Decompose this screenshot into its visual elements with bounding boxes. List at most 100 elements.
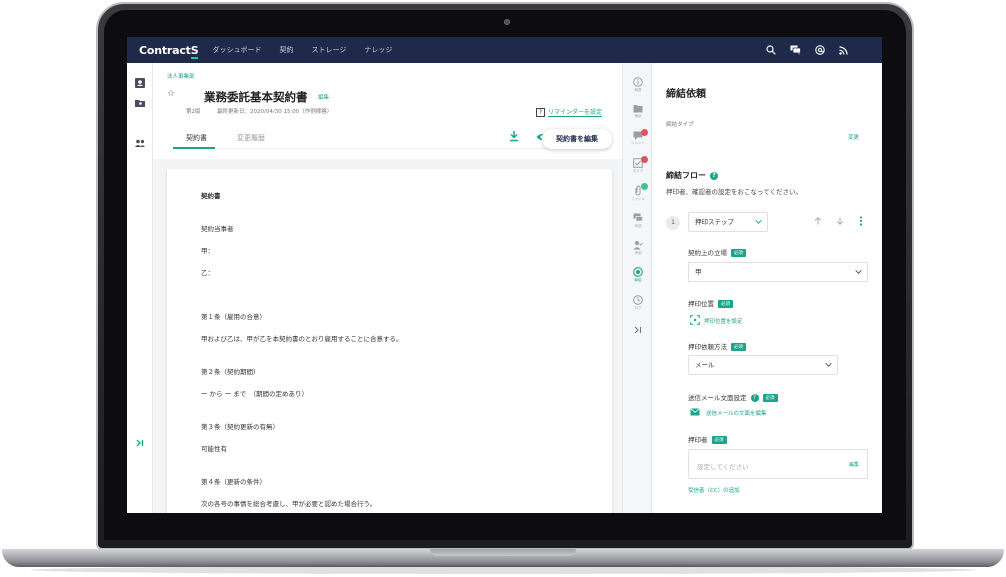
mention-icon[interactable]	[815, 45, 825, 55]
notification-badge	[641, 129, 648, 136]
strip-caption: ファイル	[631, 197, 645, 201]
strip-caption: ログ	[634, 306, 642, 310]
person-check-icon	[633, 241, 643, 250]
last-updated: 最終更新日：2020/04/30 15:00（作例様格）	[217, 109, 333, 115]
more-vertical-icon[interactable]	[859, 216, 863, 226]
signer-input[interactable]: 設定してください 編集	[688, 449, 868, 479]
strip-caption: 締結	[634, 278, 642, 282]
flow-title-text: 締結フロー	[666, 171, 706, 180]
notification-badge	[641, 183, 648, 190]
move-down-icon[interactable]	[836, 217, 844, 225]
change-type-link[interactable]: 変更	[848, 133, 859, 141]
strip-item-discussion[interactable]: 承認	[623, 213, 653, 229]
document-viewer: 契約書 契約当事者 甲： 乙： 第１条（雇用の合意） 甲および乙は、甲が乙を本契…	[153, 159, 622, 513]
signer-placeholder: 設定してください	[697, 463, 749, 471]
doc-line: 第３条（契約更新の有無）	[201, 423, 279, 431]
doc-line: 甲および乙は、甲が乙を本契約書のとおり雇用することに合意する。	[201, 335, 403, 343]
doc-heading: 契約書	[201, 192, 221, 200]
strip-item-log[interactable]: ログ	[623, 295, 653, 311]
panel-title: 締結依頼	[666, 89, 706, 100]
required-badge: 必須	[731, 343, 746, 351]
signer-label: 押印者 必須	[688, 434, 727, 444]
chevron-down-icon	[855, 269, 862, 275]
tab-contract[interactable]: 契約書	[186, 133, 207, 143]
strip-caption: コメント	[631, 141, 645, 145]
chat-icon[interactable]	[790, 45, 801, 55]
strip-item-task[interactable]: タスク	[623, 156, 653, 174]
tab-history[interactable]: 変更履歴	[237, 133, 265, 143]
doc-line: 第４条（更新の条件）	[201, 478, 266, 486]
version-label: 第2版	[186, 109, 201, 115]
laptop-shadow	[30, 566, 976, 574]
position-label-text: 契約上の立場	[688, 249, 727, 257]
strip-item-collapse[interactable]	[623, 326, 653, 334]
notification-badge	[641, 156, 648, 163]
users-icon[interactable]	[134, 137, 146, 149]
search-icon[interactable]	[766, 45, 776, 55]
move-up-icon[interactable]	[814, 217, 822, 225]
rss-icon[interactable]	[839, 45, 848, 55]
method-label-text: 押印依頼方法	[688, 343, 727, 351]
expand-icon[interactable]	[134, 437, 146, 449]
strip-item-folder[interactable]: 格納	[623, 104, 653, 119]
breadcrumb[interactable]: 法人事業部	[167, 72, 195, 80]
required-badge: 必須	[731, 249, 746, 257]
required-badge: 必須	[711, 436, 727, 444]
method-select[interactable]: メール	[688, 355, 838, 375]
app-screen: ContractS ダッシュボード 契約 ストレージ ナレッジ 法人事業部 ☆ …	[127, 37, 882, 513]
folder-user-icon[interactable]	[134, 97, 146, 109]
strip-caption: 概要	[634, 88, 642, 92]
download-icon[interactable]	[509, 131, 519, 142]
strip-item-approval[interactable]: 承認	[623, 240, 653, 256]
required-badge: 必須	[762, 394, 778, 402]
chevron-down-icon	[825, 362, 832, 368]
step-type-select[interactable]: 押印ステップ	[688, 212, 768, 232]
app-logo[interactable]: ContractS	[139, 43, 199, 59]
page-title: 業務委託基本契約書	[204, 90, 308, 104]
reminder-link[interactable]: ? リマインダーを設定	[536, 107, 603, 117]
nav-knowledge[interactable]: ナレッジ	[364, 45, 392, 55]
laptop-notch	[430, 549, 576, 556]
mail-icon	[690, 408, 700, 416]
contacts-book-icon[interactable]	[134, 77, 146, 89]
edit-mail-link[interactable]: 送信メールの文面を編集	[706, 409, 767, 417]
doc-line: 契約当事者	[201, 225, 234, 233]
discussion-icon	[633, 213, 643, 222]
stamp-position-label-text: 押印位置	[688, 300, 714, 308]
flow-title: 締結フロー?	[666, 170, 718, 181]
strip-item-comment[interactable]: コメント	[623, 129, 653, 146]
tool-strip: 概要 格納 コメント タスク ファイル 承認 承認 締結 ログ	[622, 63, 652, 513]
clock-icon	[633, 295, 643, 305]
set-stamp-position-link[interactable]: 押印位置を設定	[704, 317, 743, 325]
position-select[interactable]: 甲	[688, 262, 868, 282]
title-edit-link[interactable]: 編集	[318, 93, 329, 101]
nav-contracts[interactable]: 契約	[279, 45, 293, 55]
doc-line: 第２条（契約期間）	[201, 368, 260, 376]
doc-line: 可能性有	[201, 445, 227, 453]
document-page: 契約書 契約当事者 甲： 乙： 第１条（雇用の合意） 甲および乙は、甲が乙を本契…	[167, 169, 612, 513]
top-navigation-bar: ContractS ダッシュボード 契約 ストレージ ナレッジ	[127, 37, 882, 63]
flow-description: 押印者、確認者の設定をおこなってください。	[666, 188, 802, 196]
nav-dashboard[interactable]: ダッシュボード	[212, 45, 261, 55]
add-cc-link[interactable]: 受信者（CC）の追加	[688, 486, 740, 494]
help-icon[interactable]: ?	[750, 394, 759, 402]
info-icon	[633, 77, 643, 87]
signer-edit-link[interactable]: 編集	[849, 461, 859, 468]
favorite-star-icon[interactable]: ☆	[167, 89, 175, 99]
collapse-icon	[634, 326, 642, 334]
doc-line: 乙：	[201, 269, 214, 277]
chevron-down-icon	[755, 219, 762, 225]
method-label: 押印依頼方法 必須	[688, 341, 746, 351]
position-label: 契約上の立場 必須	[688, 247, 746, 257]
strip-caption: 承認	[634, 224, 642, 228]
active-tab-indicator	[173, 147, 215, 149]
strip-caption: 格納	[634, 114, 642, 118]
step-type-value: 押印ステップ	[695, 218, 734, 226]
strip-caption: タスク	[632, 169, 644, 173]
help-icon[interactable]: ?	[710, 172, 718, 180]
strip-item-file[interactable]: ファイル	[623, 183, 653, 202]
strip-item-overview[interactable]: 概要	[623, 77, 653, 93]
edit-contract-button[interactable]: 契約書を編集	[542, 129, 612, 149]
strip-item-signing[interactable]: 締結	[623, 267, 653, 283]
nav-storage[interactable]: ストレージ	[311, 45, 346, 55]
